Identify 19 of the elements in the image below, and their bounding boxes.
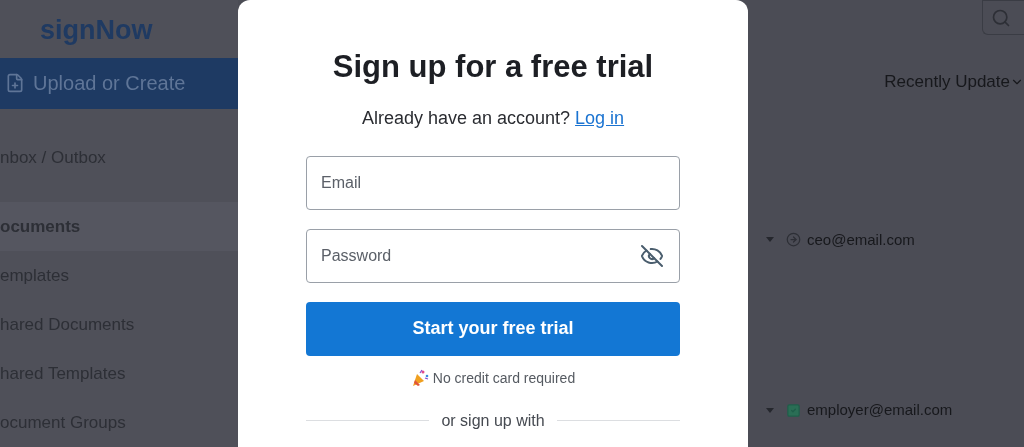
start-trial-button[interactable]: Start your free trial (306, 301, 680, 356)
account-prompt: Already have an account? (361, 106, 571, 130)
password-field[interactable]: Password (306, 228, 680, 283)
sort-dropdown[interactable]: Recently Update (884, 69, 1024, 95)
file-plus-icon (5, 73, 25, 94)
divider-label: or sign up with (441, 410, 545, 431)
no-card-note: No credit card required (432, 368, 576, 388)
search-field[interactable] (982, 0, 1024, 35)
caret-icon[interactable] (766, 407, 774, 413)
email-field[interactable]: Email (306, 155, 680, 210)
upload-button[interactable]: Upload or Create (0, 57, 238, 109)
recipient-email: ceo@email.com (807, 229, 915, 250)
dialog-title: Sign up for a free trial (332, 48, 654, 86)
eye-slash-icon[interactable] (640, 243, 664, 268)
party-popper-icon (410, 369, 429, 387)
search-icon (991, 7, 1011, 28)
recipient-email: employer@email.com (807, 400, 953, 420)
caret-icon[interactable] (766, 237, 774, 243)
login-link[interactable]: Log in (575, 104, 625, 132)
